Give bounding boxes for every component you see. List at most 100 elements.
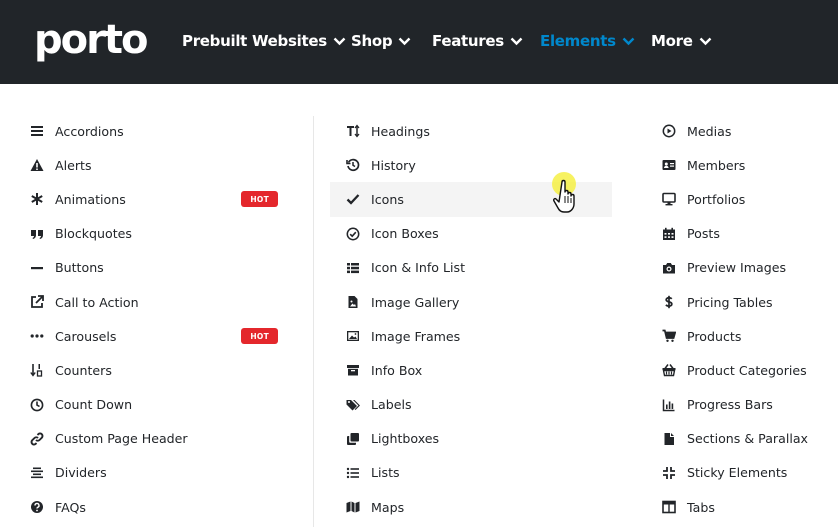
- menu-item-sticky-elements[interactable]: Sticky Elements: [648, 456, 828, 490]
- menu-item-maps[interactable]: Maps: [330, 490, 612, 524]
- list-ul-icon: [346, 466, 360, 480]
- menu-item-label: Products: [687, 328, 742, 344]
- calendar-icon: [662, 227, 676, 241]
- menu-item-icon-boxes[interactable]: Icon Boxes: [330, 217, 612, 251]
- menu-item-label: Sticky Elements: [687, 465, 788, 481]
- menu-item-counters[interactable]: Counters: [20, 353, 298, 387]
- image-icon: [346, 329, 360, 343]
- menu-item-label: Accordions: [55, 123, 124, 139]
- menu-item-image-gallery[interactable]: Image Gallery: [330, 285, 612, 319]
- nav-label: Shop: [351, 32, 393, 50]
- menu-item-info-box[interactable]: Info Box: [330, 353, 612, 387]
- window-icon: [662, 500, 676, 514]
- menu-item-alerts[interactable]: Alerts: [20, 148, 298, 182]
- text-height-icon: [346, 124, 360, 138]
- menu-item-label: Blockquotes: [55, 226, 132, 242]
- archive-icon: [346, 363, 360, 377]
- basket-icon: [662, 363, 676, 377]
- nav-prebuilt-websites[interactable]: Prebuilt Websites: [182, 30, 346, 52]
- menu-item-label: Animations: [55, 191, 126, 207]
- check-icon: [346, 192, 360, 206]
- hot-badge: HOT: [241, 191, 278, 208]
- list-table-icon: [346, 261, 360, 275]
- menu-item-dividers[interactable]: Dividers: [20, 456, 298, 490]
- question-circle-icon: [30, 500, 44, 514]
- menu-item-label: Posts: [687, 226, 720, 242]
- menu-item-buttons[interactable]: Buttons: [20, 251, 298, 285]
- menu-item-carousels[interactable]: Carousels HOT: [20, 319, 298, 353]
- menu-item-portfolios[interactable]: Portfolios: [648, 182, 828, 216]
- menu-item-label: Product Categories: [687, 362, 807, 378]
- nav-elements[interactable]: Elements: [540, 30, 635, 52]
- menu-item-headings[interactable]: Headings: [330, 114, 612, 148]
- menu-item-accordions[interactable]: Accordions: [20, 114, 298, 148]
- clone-icon: [346, 432, 360, 446]
- menu-item-progress-bars[interactable]: Progress Bars: [648, 388, 828, 422]
- menu-item-label: Icon & Info List: [371, 260, 466, 276]
- file-image-icon: [346, 295, 360, 309]
- menu-item-members[interactable]: Members: [648, 148, 828, 182]
- main-nav: Prebuilt Websites Shop Features Elements…: [0, 0, 838, 84]
- play-circle-icon: [662, 124, 676, 138]
- menu-item-pricing-tables[interactable]: Pricing Tables: [648, 285, 828, 319]
- menu-item-blockquotes[interactable]: Blockquotes: [20, 217, 298, 251]
- menu-item-label: FAQs: [55, 499, 86, 515]
- asterisk-icon: [30, 192, 44, 206]
- menu-item-history[interactable]: History: [330, 148, 612, 182]
- menu-column-3: Medias Members Portfolios Posts Preview …: [648, 114, 828, 524]
- menu-item-label: Info Box: [371, 362, 423, 378]
- menu-item-label: Image Gallery: [371, 294, 460, 310]
- menu-item-animations[interactable]: Animations HOT: [20, 182, 298, 216]
- menu-item-sections-parallax[interactable]: Sections & Parallax: [648, 422, 828, 456]
- nav-more[interactable]: More: [651, 30, 712, 52]
- map-icon: [346, 500, 360, 514]
- menu-item-label: Dividers: [55, 465, 107, 481]
- menu-item-label: Call to Action: [55, 294, 139, 310]
- menu-item-label: History: [371, 157, 416, 173]
- menu-item-product-categories[interactable]: Product Categories: [648, 353, 828, 387]
- menu-item-label: Preview Images: [687, 260, 787, 276]
- menu-item-label: Labels: [371, 397, 412, 413]
- check-circle-icon: [346, 227, 360, 241]
- menu-item-labels[interactable]: Labels: [330, 388, 612, 422]
- link-icon: [30, 432, 44, 446]
- menu-item-faqs[interactable]: FAQs: [20, 490, 298, 524]
- tags-icon: [346, 398, 360, 412]
- menu-item-medias[interactable]: Medias: [648, 114, 828, 148]
- menu-item-label: Buttons: [55, 260, 104, 276]
- site-header: porto Prebuilt Websites Shop Features El…: [0, 0, 838, 84]
- nav-label: Elements: [540, 32, 616, 50]
- menu-item-products[interactable]: Products: [648, 319, 828, 353]
- menu-item-icon-info-list[interactable]: Icon & Info List: [330, 251, 612, 285]
- nav-label: Prebuilt Websites: [182, 32, 327, 50]
- warning-icon: [30, 158, 44, 172]
- chevron-down-icon: [510, 37, 523, 45]
- menu-item-custom-page-header[interactable]: Custom Page Header: [20, 422, 298, 456]
- menu-item-label: Headings: [371, 123, 430, 139]
- menu-item-image-frames[interactable]: Image Frames: [330, 319, 612, 353]
- menu-item-label: Custom Page Header: [55, 431, 188, 447]
- menu-item-tabs[interactable]: Tabs: [648, 490, 828, 524]
- menu-item-preview-images[interactable]: Preview Images: [648, 251, 828, 285]
- nav-features[interactable]: Features: [432, 30, 523, 52]
- menu-column-2: Headings History Icons Icon Boxes Icon &…: [330, 114, 612, 524]
- menu-item-label: Icon Boxes: [371, 226, 439, 242]
- compress-icon: [662, 466, 676, 480]
- menu-item-icons[interactable]: Icons: [330, 182, 612, 217]
- clock-icon: [30, 398, 44, 412]
- menu-item-lists[interactable]: Lists: [330, 456, 612, 490]
- menu-item-label: Portfolios: [687, 191, 746, 207]
- menu-item-count-down[interactable]: Count Down: [20, 388, 298, 422]
- menu-item-label: Medias: [687, 123, 732, 139]
- nav-shop[interactable]: Shop: [351, 30, 411, 52]
- camera-icon: [662, 261, 676, 275]
- menu-item-call-to-action[interactable]: Call to Action: [20, 285, 298, 319]
- menu-item-posts[interactable]: Posts: [648, 217, 828, 251]
- menu-item-label: Tabs: [687, 499, 715, 515]
- menu-item-label: Lightboxes: [371, 431, 440, 447]
- menu-item-label: Image Frames: [371, 328, 461, 344]
- menu-item-lightboxes[interactable]: Lightboxes: [330, 422, 612, 456]
- file-icon: [662, 432, 676, 446]
- menu-item-label: Sections & Parallax: [687, 431, 808, 447]
- dollar-icon: [662, 295, 676, 309]
